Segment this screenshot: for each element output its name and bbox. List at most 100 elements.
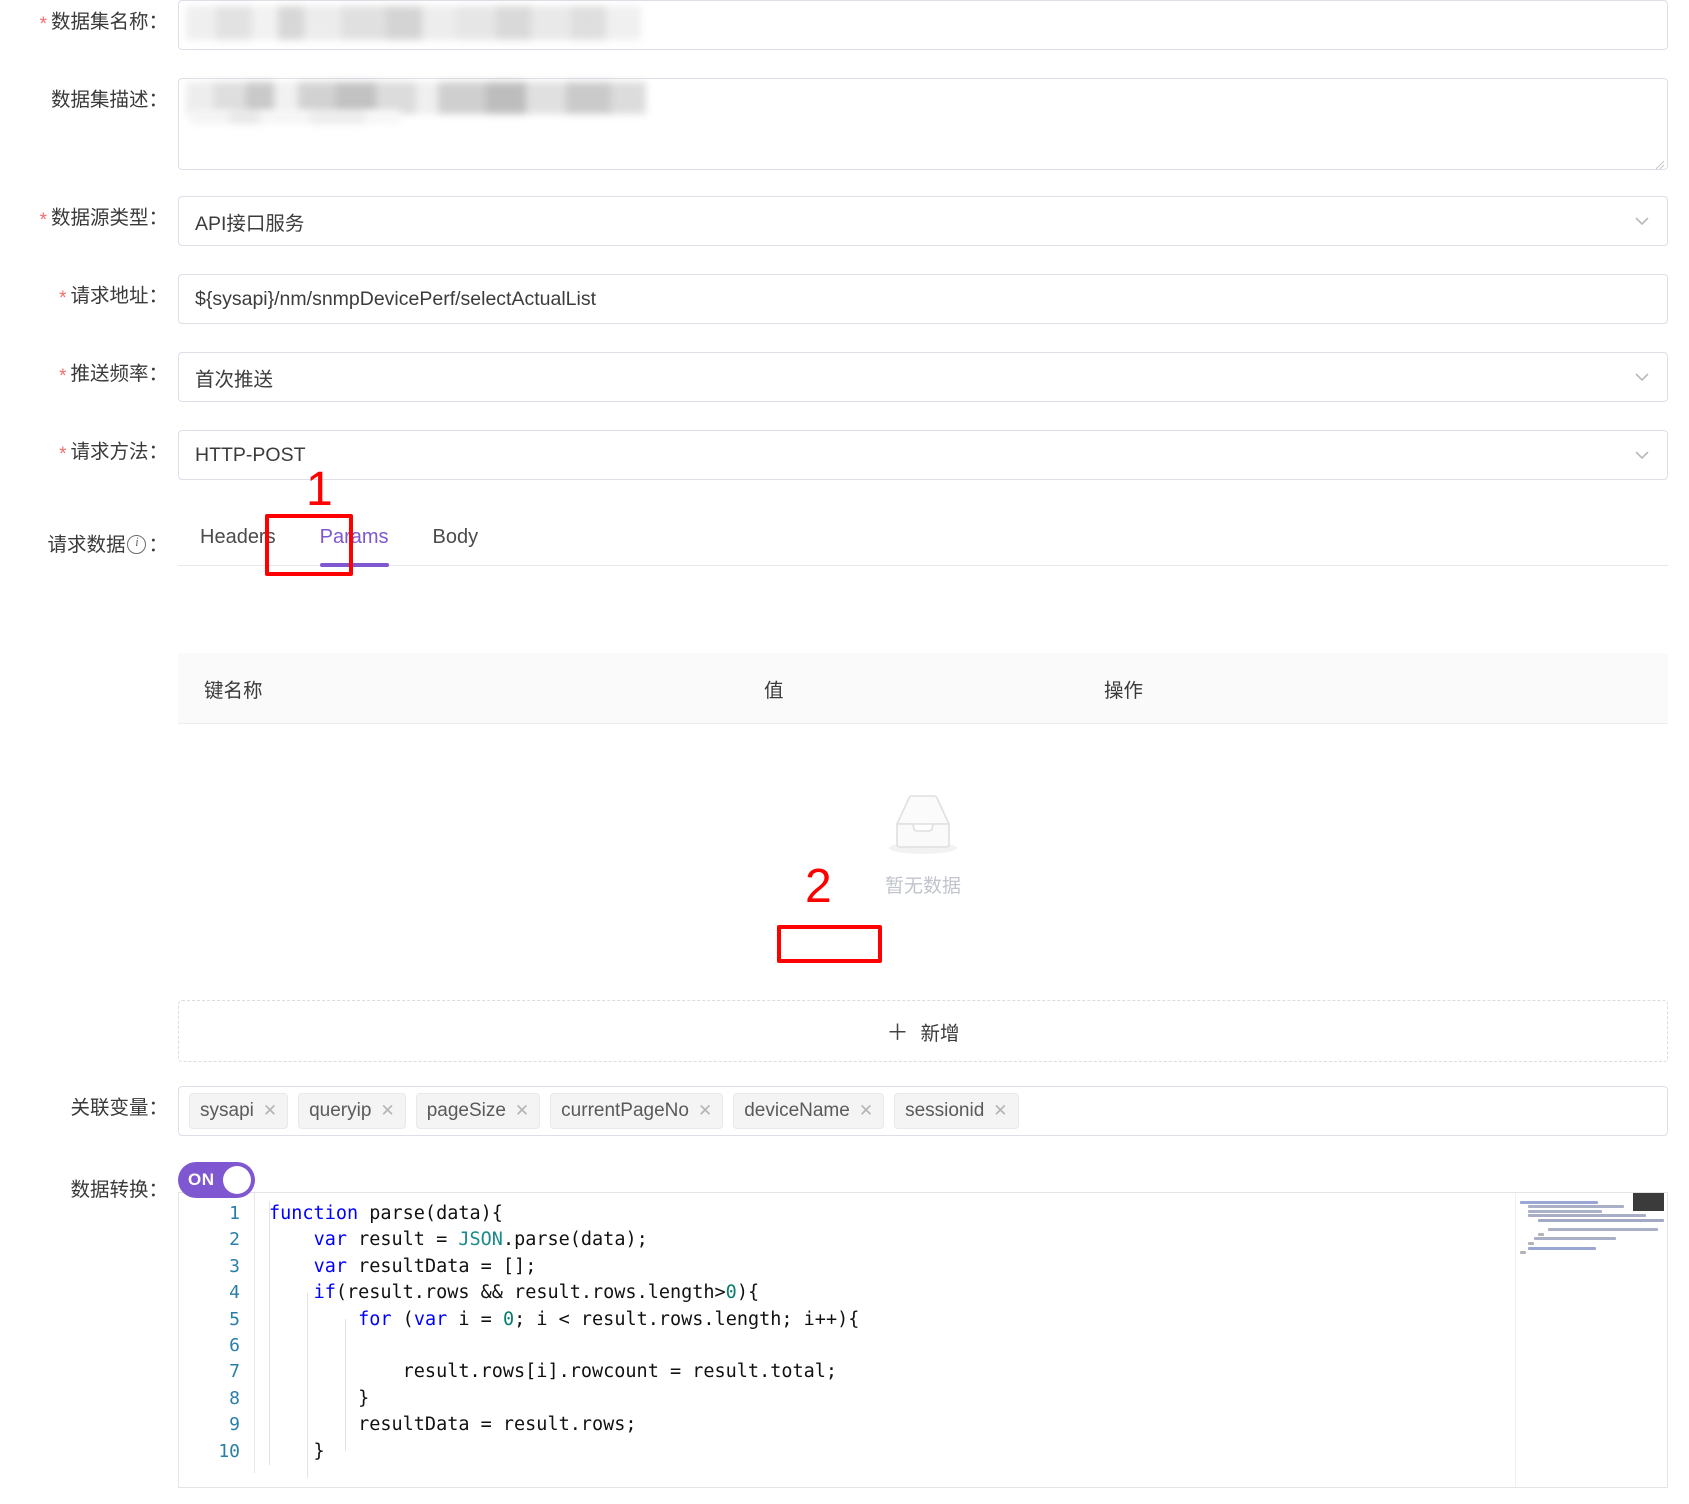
field-row-dataset-name: * 数据集名称： — [0, 0, 1689, 50]
request-data-label-text: 请求数据 — [47, 534, 126, 556]
line-number: 3 — [229, 1255, 240, 1277]
code-line-9: resultData = result.rows; — [269, 1414, 637, 1436]
source-type-field-wrap: API接口服务 — [178, 196, 1668, 246]
add-param-button[interactable]: ＋ 新增 — [178, 1000, 1668, 1062]
redaction-blur-dataset-name — [186, 6, 641, 40]
column-header-value: 值 — [764, 679, 784, 702]
request-method-label-text: 请求方法： — [70, 441, 168, 463]
tag-pagesize[interactable]: pageSize ✕ — [415, 1093, 541, 1129]
push-freq-value: 首次推送 — [195, 368, 274, 391]
push-freq-label-text: 推送频率： — [70, 363, 168, 385]
tab-headers[interactable]: Headers — [178, 526, 298, 565]
request-url-label: * 请求地址： — [0, 274, 178, 308]
params-table: 键名称 值 操作 暂无数据 — [178, 653, 1668, 962]
data-transform-label-text: 数据转换： — [70, 1179, 168, 1201]
info-circle-icon[interactable] — [127, 534, 147, 554]
toggle-state-label: ON — [188, 1170, 215, 1189]
field-row-source-type: * 数据源类型： API接口服务 — [0, 196, 1689, 246]
required-asterisk: * — [59, 288, 67, 309]
line-number: 2 — [229, 1229, 240, 1251]
tab-body[interactable]: Body — [411, 526, 501, 565]
close-icon[interactable]: ✕ — [859, 1101, 873, 1121]
request-url-field-wrap: ${sysapi}/nm/snmpDevicePerf/selectActual… — [178, 274, 1668, 324]
tag-label: pageSize — [426, 1100, 506, 1121]
line-number: 9 — [229, 1414, 240, 1436]
request-data-field-wrap: Headers Params Body — [178, 510, 1668, 567]
code-line-10: } — [269, 1440, 325, 1462]
chevron-down-icon[interactable] — [1633, 212, 1651, 230]
editor-minimap[interactable] — [1515, 1193, 1667, 1487]
close-icon[interactable]: ✕ — [263, 1101, 277, 1121]
code-line-1: function parse(data){ — [269, 1203, 503, 1224]
resize-grip-icon[interactable] — [1651, 153, 1665, 169]
required-asterisk: * — [39, 210, 47, 231]
required-asterisk: * — [39, 14, 47, 35]
field-row-push-freq: * 推送频率： 首次推送 — [0, 352, 1689, 402]
related-vars-label: 关联变量： — [0, 1086, 178, 1120]
close-icon[interactable]: ✕ — [698, 1101, 712, 1121]
field-row-related-vars: 关联变量： sysapi ✕ queryip ✕ pageSize ✕ current… — [0, 1086, 1689, 1136]
code-editor[interactable]: 1 2 3 4 5 6 7 8 9 10 function parse(data… — [178, 1192, 1668, 1488]
chevron-down-icon[interactable] — [1633, 368, 1651, 386]
editor-code-area[interactable]: function parse(data){ var result = JSON.… — [255, 1193, 1667, 1478]
tag-queryip[interactable]: queryip ✕ — [298, 1093, 406, 1129]
request-url-label-text: 请求地址： — [70, 285, 168, 307]
toggle-knob — [223, 1166, 251, 1194]
line-number: 1 — [229, 1203, 240, 1224]
data-transform-toggle[interactable]: ON — [178, 1162, 255, 1198]
related-vars-field-wrap: sysapi ✕ queryip ✕ pageSize ✕ currentPageNo… — [178, 1086, 1668, 1136]
code-line-3: var resultData = []; — [313, 1255, 537, 1277]
chevron-down-icon[interactable] — [1633, 446, 1651, 464]
request-url-input[interactable]: ${sysapi}/nm/snmpDevicePerf/selectActual… — [178, 274, 1668, 324]
close-icon[interactable]: ✕ — [515, 1101, 529, 1121]
request-data-label-colon: ： — [148, 534, 168, 556]
source-type-value: API接口服务 — [195, 212, 305, 235]
close-icon[interactable]: ✕ — [380, 1101, 394, 1121]
column-header-action: 操作 — [1104, 679, 1144, 702]
plus-icon: ＋ — [886, 1020, 909, 1045]
dataset-desc-label: 数据集描述： — [0, 78, 178, 112]
request-url-value: ${sysapi}/nm/snmpDevicePerf/selectActual… — [195, 287, 597, 310]
close-icon[interactable]: ✕ — [993, 1101, 1007, 1121]
dataset-name-label-text: 数据集名称： — [50, 11, 168, 33]
column-header-key: 键名称 — [204, 679, 263, 702]
push-freq-label: * 推送频率： — [0, 352, 178, 386]
push-freq-select[interactable]: 首次推送 — [178, 352, 1668, 402]
line-number: 7 — [229, 1361, 240, 1383]
push-freq-field-wrap: 首次推送 — [178, 352, 1668, 402]
data-transform-field-wrap: ON 1 2 3 4 5 6 7 8 9 10 function parse(d… — [178, 1162, 1668, 1488]
required-asterisk: * — [59, 366, 67, 387]
related-vars-input[interactable]: sysapi ✕ queryip ✕ pageSize ✕ currentPageNo… — [178, 1086, 1668, 1136]
editor-gutter: 1 2 3 4 5 6 7 8 9 10 — [179, 1193, 255, 1474]
tag-currentpageno[interactable]: currentPageNo ✕ — [550, 1093, 724, 1129]
field-row-request-data: 请求数据 ： Headers Params Body — [0, 510, 1689, 567]
tag-sysapi[interactable]: sysapi ✕ — [189, 1093, 289, 1129]
tag-label: sessionid — [905, 1100, 985, 1121]
field-row-dataset-desc: 数据集描述： — [0, 78, 1689, 170]
minimap-slider[interactable] — [1633, 1193, 1667, 1211]
code-line-2: var result = JSON.parse(data); — [313, 1229, 648, 1251]
request-method-field-wrap: HTTP-POST — [178, 430, 1668, 480]
code-line-8: } — [269, 1387, 370, 1409]
field-row-request-url: * 请求地址： ${sysapi}/nm/snmpDevicePerf/selec… — [0, 274, 1689, 324]
params-table-header: 键名称 值 操作 — [178, 653, 1668, 724]
dataset-name-label: * 数据集名称： — [0, 0, 178, 34]
line-number: 6 — [229, 1335, 240, 1357]
line-number: 4 — [229, 1282, 240, 1304]
request-data-label: 请求数据 ： — [0, 510, 178, 557]
required-asterisk: * — [59, 444, 67, 465]
add-param-row-wrap: ＋ 新增 — [178, 1000, 1668, 1062]
tag-label: currentPageNo — [561, 1100, 689, 1121]
tag-devicename[interactable]: deviceName ✕ — [733, 1093, 885, 1129]
tab-params[interactable]: Params — [298, 526, 411, 567]
request-method-select[interactable]: HTTP-POST — [178, 430, 1668, 480]
redaction-blur-dataset-desc-2 — [190, 110, 400, 124]
source-type-select[interactable]: API接口服务 — [178, 196, 1668, 246]
tag-sessionid[interactable]: sessionid ✕ — [894, 1093, 1019, 1129]
line-number: 10 — [218, 1440, 240, 1462]
line-number: 5 — [229, 1308, 240, 1330]
request-method-label: * 请求方法： — [0, 430, 178, 464]
code-line-7: result.rows[i].rowcount = result.total; — [269, 1361, 838, 1383]
source-type-label: * 数据源类型： — [0, 196, 178, 230]
